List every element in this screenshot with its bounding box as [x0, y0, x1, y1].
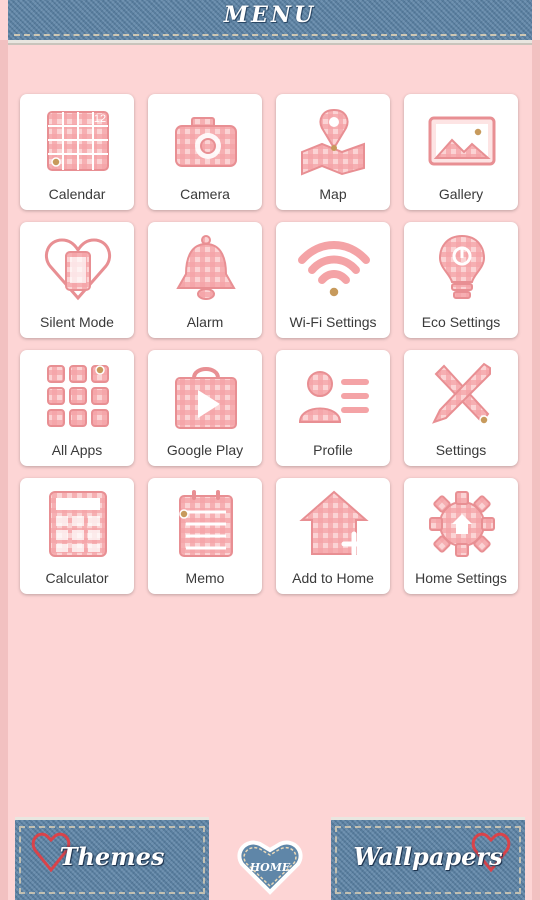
profile-icon: [298, 371, 369, 423]
app-label: Profile: [313, 442, 353, 458]
wallpapers-button[interactable]: Wallpapers: [331, 817, 525, 900]
app-tile-add-to-home[interactable]: Add to Home: [276, 478, 390, 594]
app-label: Settings: [435, 442, 487, 458]
right-edge-strip: [532, 40, 540, 900]
app-label: Memo: [185, 570, 225, 586]
header-stitching: [14, 34, 526, 36]
app-tile-eco-settings[interactable]: Eco Settings: [404, 222, 518, 338]
left-edge-strip: [0, 40, 8, 900]
camera-icon: [175, 117, 237, 167]
silent-mode-icon: [45, 238, 111, 301]
wifi-icon: [298, 241, 370, 298]
app-tile-map[interactable]: Map: [276, 94, 390, 210]
app-label: Add to Home: [292, 570, 374, 586]
calendar-icon: 12: [47, 111, 109, 171]
tools-icon: [432, 362, 491, 425]
app-label: Alarm: [186, 314, 224, 330]
wallpapers-label: Wallpapers: [353, 842, 503, 871]
app-tile-alarm[interactable]: Alarm: [148, 222, 262, 338]
app-tile-camera[interactable]: Camera: [148, 94, 262, 210]
app-label: Google Play: [166, 442, 244, 458]
app-tile-home-settings[interactable]: Home Settings: [404, 478, 518, 594]
app-label: Eco Settings: [421, 314, 501, 330]
memo-icon: [179, 490, 233, 557]
app-tile-all-apps[interactable]: All Apps: [20, 350, 134, 466]
map-icon: [301, 108, 365, 176]
app-label: Map: [319, 186, 347, 202]
app-tile-calculator[interactable]: Calculator: [20, 478, 134, 594]
google-play-bag-icon: [175, 367, 237, 429]
home-settings-gear-icon: [429, 491, 495, 557]
calendar-date: 12: [94, 113, 106, 125]
app-label: Silent Mode: [40, 314, 114, 330]
app-tile-settings[interactable]: Settings: [404, 350, 518, 466]
app-label: Calculator: [45, 570, 109, 586]
app-tile-silent-mode[interactable]: Silent Mode: [20, 222, 134, 338]
app-label: Calendar: [48, 186, 106, 202]
app-tile-calendar[interactable]: 12 Calendar: [20, 94, 134, 210]
themes-button[interactable]: Themes: [15, 817, 209, 900]
home-label: HOME: [249, 861, 291, 874]
calculator-icon: [49, 491, 107, 557]
alarm-bell-icon: [176, 235, 236, 300]
top-header-bar: MENU: [8, 0, 532, 43]
app-label: All Apps: [51, 442, 103, 458]
app-tile-memo[interactable]: Memo: [148, 478, 262, 594]
app-label: Camera: [180, 186, 230, 202]
app-label: Gallery: [438, 186, 484, 202]
themes-label: Themes: [59, 842, 165, 871]
app-label: Wi-Fi Settings: [289, 314, 377, 330]
all-apps-grid-icon: [47, 365, 109, 427]
home-button[interactable]: HOME: [236, 838, 304, 896]
menu-title: MENU: [223, 2, 317, 28]
app-tile-profile[interactable]: Profile: [276, 350, 390, 466]
gallery-icon: [428, 116, 496, 166]
eco-bulb-icon: [438, 234, 486, 299]
add-to-home-icon: [299, 490, 369, 557]
app-tile-gallery[interactable]: Gallery: [404, 94, 518, 210]
app-label: Home Settings: [415, 570, 507, 586]
home-heart-icon: HOME: [237, 840, 303, 895]
app-tile-google-play[interactable]: Google Play: [148, 350, 262, 466]
app-tile-wifi-settings[interactable]: Wi-Fi Settings: [276, 222, 390, 338]
